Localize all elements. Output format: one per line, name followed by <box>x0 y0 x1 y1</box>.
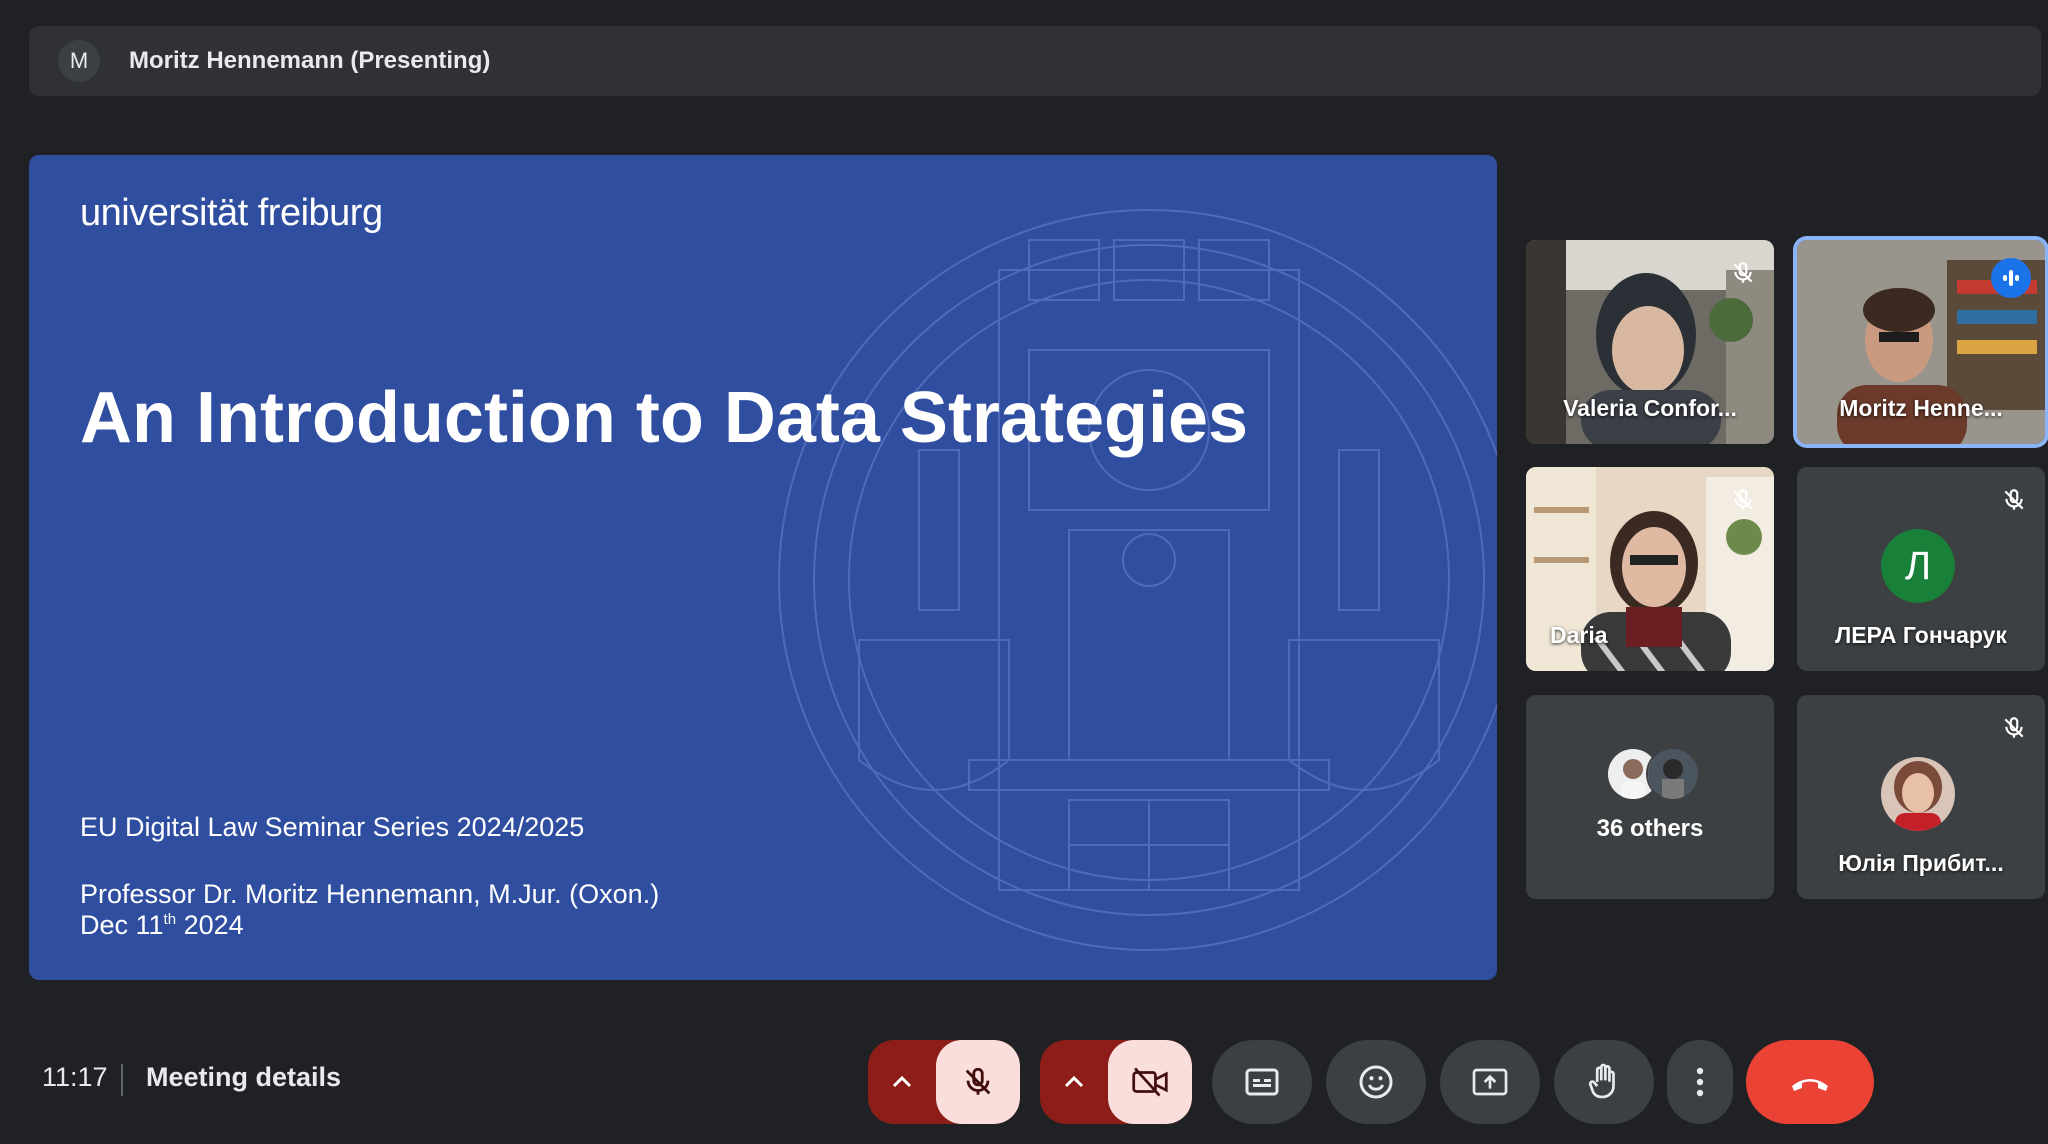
present-screen-button[interactable] <box>1440 1040 1540 1124</box>
video-off-icon <box>1132 1067 1168 1097</box>
participant-name: ЛЕРА Гончарук <box>1835 622 2007 648</box>
presenter-label: Moritz Hennemann (Presenting) <box>129 47 491 74</box>
end-call-icon <box>1792 1079 1828 1091</box>
seminar-series-text: EU Digital Law Seminar Series 2024/2025 <box>80 812 585 842</box>
participant-name: Moritz Henne... <box>1839 395 2003 421</box>
camera-toggle-button[interactable] <box>1108 1040 1192 1124</box>
present-screen-icon <box>1472 1068 1508 1096</box>
microphone-toggle-button[interactable] <box>936 1040 1020 1124</box>
others-tile[interactable]: 36 others <box>1526 695 1774 899</box>
presenter-avatar: M <box>58 40 100 82</box>
more-vert-icon <box>1696 1067 1704 1097</box>
date-year: 2024 <box>176 910 244 940</box>
captions-button[interactable] <box>1212 1040 1312 1124</box>
university-logo: universität freiburg <box>80 192 383 234</box>
video-options-button[interactable] <box>1040 1040 1108 1124</box>
closed-captions-icon <box>1245 1068 1279 1096</box>
presenter-bar[interactable]: M Moritz Hennemann (Presenting) <box>29 26 2041 96</box>
camera-control-group <box>1040 1040 1192 1124</box>
speaking-indicator-icon <box>1991 258 2031 298</box>
more-options-button[interactable] <box>1667 1040 1733 1124</box>
participant-tile-daria[interactable]: Daria <box>1526 467 1774 671</box>
audio-options-button[interactable] <box>868 1040 936 1124</box>
participant-name: Юлія Прибит... <box>1838 850 2004 876</box>
participant-avatar: Л <box>1881 529 1955 603</box>
date-text: Dec 11th 2024 <box>80 910 244 941</box>
mic-off-icon <box>2004 717 2024 738</box>
meeting-details-button[interactable]: Meeting details <box>146 1062 341 1093</box>
raise-hand-icon <box>1588 1063 1615 1099</box>
university-seal-watermark <box>778 209 1497 951</box>
chevron-up-icon <box>892 1075 912 1088</box>
participant-avatar <box>1881 757 1955 831</box>
participant-tile-lera[interactable]: Л ЛЕРА Гончарук <box>1797 467 2045 671</box>
slide-title: An Introduction to Data Strategies <box>80 378 1249 458</box>
date-suffix: th <box>163 911 177 928</box>
meeting-time: 11:17 <box>42 1062 108 1092</box>
participant-name: Valeria Confor... <box>1563 395 1737 421</box>
author-text: Professor Dr. Moritz Hennemann, M.Jur. (… <box>80 879 660 909</box>
divider <box>121 1064 123 1096</box>
mic-off-icon <box>1733 489 1753 510</box>
avatar <box>1646 747 1700 801</box>
leave-call-button[interactable] <box>1746 1040 1874 1124</box>
participant-tile-moritz[interactable]: Moritz Henne... <box>1797 240 2045 444</box>
date-prefix: Dec 11 <box>80 910 164 940</box>
mic-off-icon <box>1733 262 1753 283</box>
emoji-icon <box>1359 1065 1393 1099</box>
others-count-label: 36 others <box>1596 815 1704 842</box>
shared-slide: universität freiburg An Introduction to … <box>29 155 1497 980</box>
others-avatar-stack <box>1606 747 1706 801</box>
participant-tile-valeria[interactable]: Valeria Confor... <box>1526 240 1774 444</box>
mic-off-icon <box>2004 489 2024 510</box>
participant-tile-yuliia[interactable]: Юлія Прибит... <box>1797 695 2045 899</box>
mic-control-group <box>868 1040 1020 1124</box>
mic-off-icon <box>965 1067 991 1095</box>
participant-name: Daria <box>1550 622 1608 648</box>
raise-hand-button[interactable] <box>1554 1040 1654 1124</box>
chevron-up-icon <box>1064 1075 1084 1088</box>
reactions-button[interactable] <box>1326 1040 1426 1124</box>
